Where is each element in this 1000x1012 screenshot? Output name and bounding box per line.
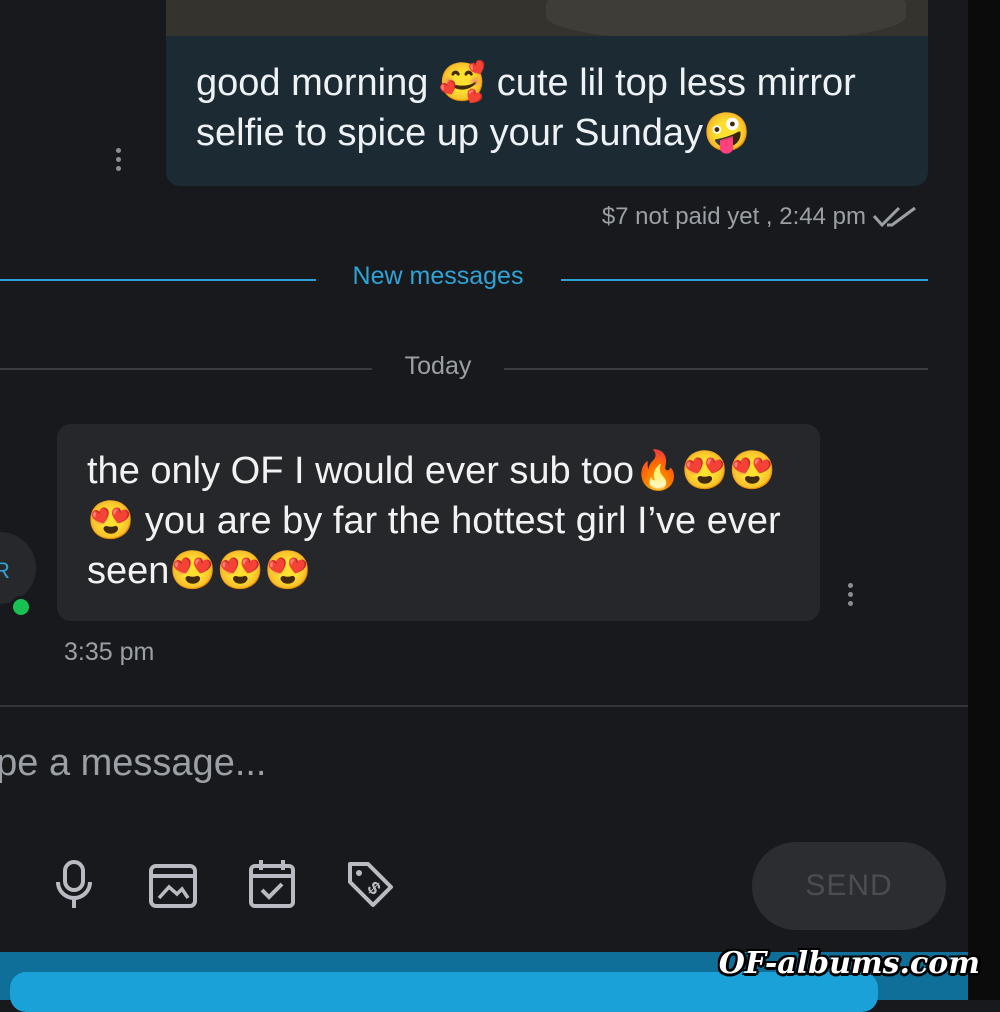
microphone-icon[interactable]	[48, 858, 100, 910]
message-input[interactable]	[0, 738, 916, 788]
online-status-dot	[10, 596, 32, 618]
outgoing-message-text: good morning 🥰 cute lil top less mirror …	[196, 62, 856, 154]
media-gallery-icon[interactable]	[147, 858, 199, 910]
calendar-check-icon[interactable]	[246, 858, 298, 910]
new-messages-divider-right	[561, 279, 928, 281]
screen-edge	[968, 0, 1000, 1000]
new-messages-label: New messages	[352, 262, 524, 290]
incoming-message-text: the only OF I would ever sub too🔥😍😍😍 you…	[87, 450, 781, 592]
new-messages-divider-left	[0, 279, 316, 281]
price-tag-icon[interactable]: $	[344, 858, 396, 910]
date-divider-right	[504, 368, 928, 370]
watermark-text: OF-albums.com	[718, 946, 980, 981]
outgoing-message-meta: $7 not paid yet , 2:44 pm	[560, 200, 920, 234]
outgoing-message-status: $7 not paid yet , 2:44 pm	[601, 203, 866, 230]
incoming-message-more-icon[interactable]	[848, 583, 854, 610]
incoming-message-time: 3:35 pm	[64, 638, 155, 666]
message-media-preview[interactable]	[166, 0, 928, 36]
double-check-icon	[872, 206, 916, 228]
send-button[interactable]: SEND	[752, 842, 946, 930]
composer-divider	[0, 705, 968, 707]
date-divider-left	[0, 368, 372, 370]
avatar-initial: R	[0, 558, 10, 583]
date-separator-label: Today	[404, 352, 472, 380]
outgoing-message-more-icon[interactable]	[116, 148, 122, 175]
